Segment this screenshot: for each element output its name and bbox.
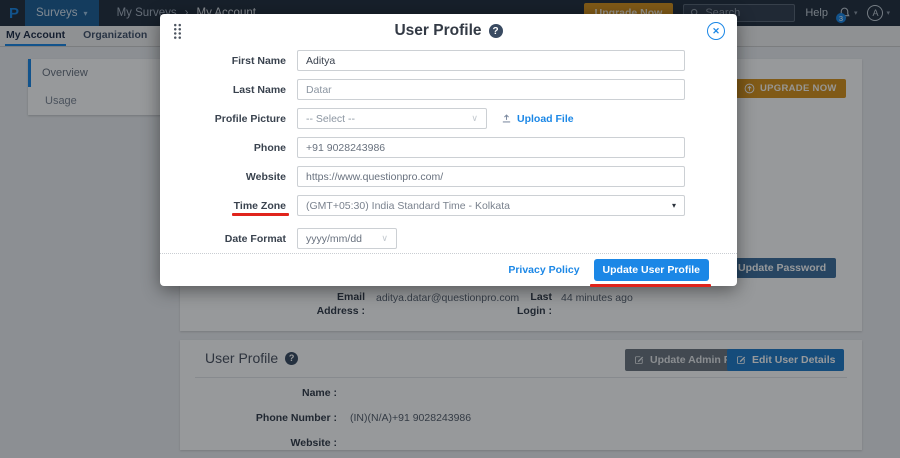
date-format-selected-value: yyyy/mm/dd [306,233,362,245]
modal-header: User Profile ? ✕ [160,14,737,48]
chevron-down-icon: ∨ [381,233,388,244]
update-user-profile-button[interactable]: Update User Profile [594,259,709,281]
help-question-icon[interactable]: ? [489,24,503,38]
submit-button-wrap: Update User Profile [594,259,709,281]
last-name-row: Last Name [160,79,737,100]
time-zone-label: Time Zone [160,200,297,212]
last-name-field[interactable] [297,79,685,100]
first-name-field[interactable] [297,50,685,71]
profile-picture-label: Profile Picture [160,113,297,125]
website-row: Website [160,166,737,187]
phone-row: Phone [160,137,737,158]
profile-picture-selected-value: -- Select -- [306,113,355,125]
drag-handle[interactable] [173,23,182,40]
app-window: P Surveys ▾ My Surveys › My Account Upgr… [0,0,900,458]
time-zone-row: Time Zone (GMT+05:30) India Standard Tim… [160,195,737,216]
last-name-label: Last Name [160,84,297,96]
upload-file-label: Upload File [517,113,574,125]
website-field[interactable] [297,166,685,187]
privacy-policy-link[interactable]: Privacy Policy [508,264,579,276]
time-zone-select[interactable]: (GMT+05:30) India Standard Time - Kolkat… [297,195,685,216]
first-name-label: First Name [160,55,297,67]
user-profile-modal: User Profile ? ✕ First Name Last Name Pr… [160,14,737,286]
first-name-row: First Name [160,50,737,71]
time-zone-label-text: Time Zone [234,200,286,212]
website-label: Website [160,171,297,183]
chevron-down-icon: ∨ [471,113,478,124]
modal-title: User Profile ? [394,22,502,40]
modal-footer: Privacy Policy Update User Profile [160,253,737,286]
annotation-underline [590,284,711,287]
date-format-row: Date Format yyyy/mm/dd ∨ [160,228,737,249]
modal-title-text: User Profile [394,22,481,40]
modal-body: First Name Last Name Profile Picture -- … [160,48,737,249]
date-format-select[interactable]: yyyy/mm/dd ∨ [297,228,397,249]
phone-label: Phone [160,142,297,154]
caret-down-icon: ▾ [672,201,676,210]
close-icon[interactable]: ✕ [707,22,725,40]
profile-picture-select[interactable]: -- Select -- ∨ [297,108,487,129]
time-zone-selected-value: (GMT+05:30) India Standard Time - Kolkat… [306,200,510,212]
profile-picture-row: Profile Picture -- Select -- ∨ Upload Fi… [160,108,737,129]
upload-icon [501,113,512,124]
date-format-label: Date Format [160,233,297,245]
phone-field[interactable] [297,137,685,158]
upload-file-link[interactable]: Upload File [501,113,574,125]
